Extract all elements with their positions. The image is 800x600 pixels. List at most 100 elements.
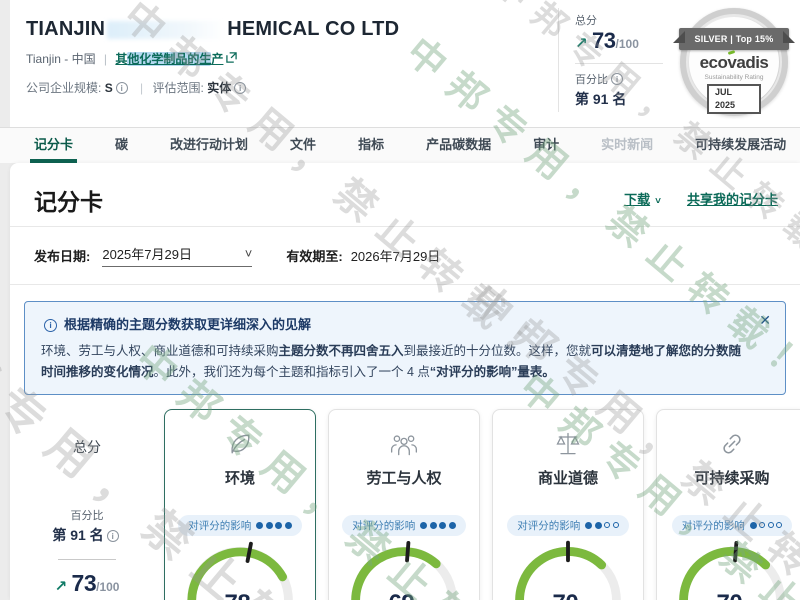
external-link-icon [226, 52, 237, 66]
redacted-name-region [107, 21, 225, 39]
tab-sustainability-activities[interactable]: 可持续发展活动 [691, 128, 790, 163]
company-name-suffix: HEMICAL CO LTD [227, 18, 399, 40]
ecovadis-scorecard-page: TIANJIN HEMICAL CO LTD Tianjin - 中国 | 其他化… [0, 0, 800, 600]
tab-metrics[interactable]: 指标 [354, 128, 388, 163]
divider [575, 63, 663, 64]
theme-title: 劳工与人权 [329, 467, 479, 488]
chevron-down-icon: ˅ [655, 196, 661, 207]
info-icon[interactable]: i [116, 82, 128, 94]
company-size-label: 公司企业规模: [26, 81, 101, 95]
medal-tier-ribbon: SILVER | Top 15% [679, 28, 789, 50]
chevron-down-icon: ˅ [245, 246, 253, 261]
people-icon [329, 430, 479, 460]
info-icon[interactable]: i [107, 530, 119, 542]
divider [58, 559, 116, 560]
info-banner: i根据精确的主题分数获取更详细深入的见解 ✕ 环境、劳工与人权、商业道德和可持续… [24, 301, 786, 395]
tab-product-carbon-data[interactable]: 产品碳数据 [422, 128, 495, 163]
banner-body: 环境、劳工与人权、商业道德和可持续采购主题分数不再四舍五入到最接近的十分位数。这… [41, 341, 751, 382]
leaf-icon [165, 430, 315, 460]
scope-value: 实体 [207, 81, 231, 95]
theme-score-value: ↗ 70/100 [666, 590, 798, 600]
download-button[interactable]: 下载˅ [624, 189, 661, 208]
medal-date: JUL 2025 [707, 84, 761, 114]
industry-link[interactable]: 其他化学制品的生产 [115, 52, 223, 66]
percentile-rank: 第 91 名 [575, 89, 666, 109]
score-gauge: ↗ 69/100 [338, 540, 470, 600]
trend-up-arrow-icon: ↗ [575, 35, 588, 52]
percentile-label: 百分比i [575, 71, 666, 87]
scorecard-panel: 记分卡 下载˅ 共享我的记分卡 发布日期: 2025年7月29日 ˅ 有效期至:… [10, 163, 800, 600]
total-score-label: 总分 [575, 12, 666, 28]
theme-cards: 环境 对评分的影响 ↗ 78/100 劳工与人权 对评分的影响 [164, 409, 800, 600]
tab-documents[interactable]: 文件 [286, 128, 320, 163]
impact-dots [750, 522, 783, 529]
total-score-label: 总分 [10, 437, 164, 457]
theme-score-value: ↗ 69/100 [338, 590, 470, 600]
overall-score-panel: 总分 百分比 第 91 名i ↗ 73/100 [10, 409, 164, 600]
tab-carbon[interactable]: 碳 [111, 128, 132, 163]
impact-dots [585, 522, 619, 529]
theme-title: 环境 [165, 467, 315, 488]
theme-title: 可持续采购 [657, 467, 800, 488]
theme-card[interactable]: 劳工与人权 对评分的影响 ↗ 69/100 [328, 409, 480, 600]
chain-link-icon [657, 430, 800, 460]
info-icon: i [44, 319, 57, 332]
percentile-rank: 第 91 名i [10, 525, 164, 545]
theme-card[interactable]: 商业道德 对评分的影响 ↗ 70/100 [492, 409, 644, 600]
total-score-value: ↗ 73/100 [10, 570, 164, 597]
company-name-prefix: TIANJIN [26, 18, 105, 40]
page-title: 记分卡 [34, 183, 103, 217]
theme-card[interactable]: 环境 对评分的影响 ↗ 78/100 [164, 409, 316, 600]
total-score-value: ↗ 73/100 [575, 28, 666, 54]
publish-date-label: 发布日期: [34, 246, 90, 265]
banner-title: i根据精确的主题分数获取更详细深入的见解 [41, 314, 751, 333]
impact-dots [420, 522, 456, 529]
score-gauge: ↗ 78/100 [174, 540, 306, 600]
scorecard-header: 记分卡 下载˅ 共享我的记分卡 [10, 163, 800, 227]
company-meta: 公司企业规模: Si | 评估范围: 实体i [26, 79, 399, 96]
tab-live-news[interactable]: 实时新闻 [597, 128, 657, 163]
company-location: Tianjin - 中国 [26, 52, 96, 66]
tab-scorecard[interactable]: 记分卡 [30, 128, 77, 163]
page-header: TIANJIN HEMICAL CO LTD Tianjin - 中国 | 其他化… [10, 0, 800, 127]
ecovadis-medal: SILVER | Top 15% ecovadis Sustainability… [680, 8, 788, 116]
scope-label: 评估范围: [153, 81, 204, 95]
highlight-overlay: 他化学制品的生 [127, 52, 211, 66]
header-actions: 下载˅ 共享我的记分卡 [624, 183, 778, 208]
close-icon[interactable]: ✕ [759, 312, 771, 329]
theme-card[interactable]: 可持续采购 对评分的影响 ↗ 70/100 [656, 409, 800, 600]
score-impact-pill: 对评分的影响 [178, 515, 302, 536]
medal-subtitle: Sustainability Rating [680, 74, 788, 81]
ecovadis-logo: ecovadis [680, 53, 788, 73]
company-size-value: S [105, 81, 113, 95]
company-name: TIANJIN HEMICAL CO LTD [26, 18, 399, 41]
valid-until-label: 有效期至: [286, 246, 342, 265]
publish-date-select[interactable]: 2025年7月29日 ˅ [102, 244, 252, 267]
score-gauge: ↗ 70/100 [502, 540, 634, 600]
tab-improvement-plan[interactable]: 改进行动计划 [166, 128, 252, 163]
impact-dots [256, 522, 292, 529]
score-impact-pill: 对评分的影响 [507, 515, 629, 536]
theme-score-value: ↗ 78/100 [174, 590, 306, 600]
info-icon[interactable]: i [234, 82, 246, 94]
tab-bar: 记分卡碳改进行动计划文件指标产品碳数据审计实时新闻可持续发展活动 [0, 127, 800, 163]
share-scorecard-button[interactable]: 共享我的记分卡 [687, 189, 778, 208]
date-row: 发布日期: 2025年7月29日 ˅ 有效期至: 2026年7月29日 [10, 227, 800, 285]
company-subtitle: Tianjin - 中国 | 其他化学制品的生产 [26, 50, 399, 67]
theme-score-value: ↗ 70/100 [502, 590, 634, 600]
percentile-label: 百分比 [10, 507, 164, 523]
theme-title: 商业道德 [493, 467, 643, 488]
trend-up-arrow-icon: ↗ [55, 578, 68, 595]
publish-date-value: 2025年7月29日 [102, 244, 192, 263]
tab-audit[interactable]: 审计 [529, 128, 563, 163]
score-gauge: ↗ 70/100 [666, 540, 798, 600]
valid-until-value: 2026年7月29日 [351, 246, 441, 265]
header-score-summary: 总分 ↗ 73/100 百分比i 第 91 名 [558, 8, 666, 112]
company-block: TIANJIN HEMICAL CO LTD Tianjin - 中国 | 其他化… [26, 18, 399, 96]
score-impact-pill: 对评分的影响 [342, 515, 466, 536]
score-impact-pill: 对评分的影响 [672, 515, 793, 536]
scores-section: 总分 百分比 第 91 名i ↗ 73/100 环境 对评分的影响 ↗ [10, 409, 800, 600]
info-icon[interactable]: i [611, 73, 623, 85]
scales-icon [493, 430, 643, 460]
separator: | [104, 52, 107, 66]
